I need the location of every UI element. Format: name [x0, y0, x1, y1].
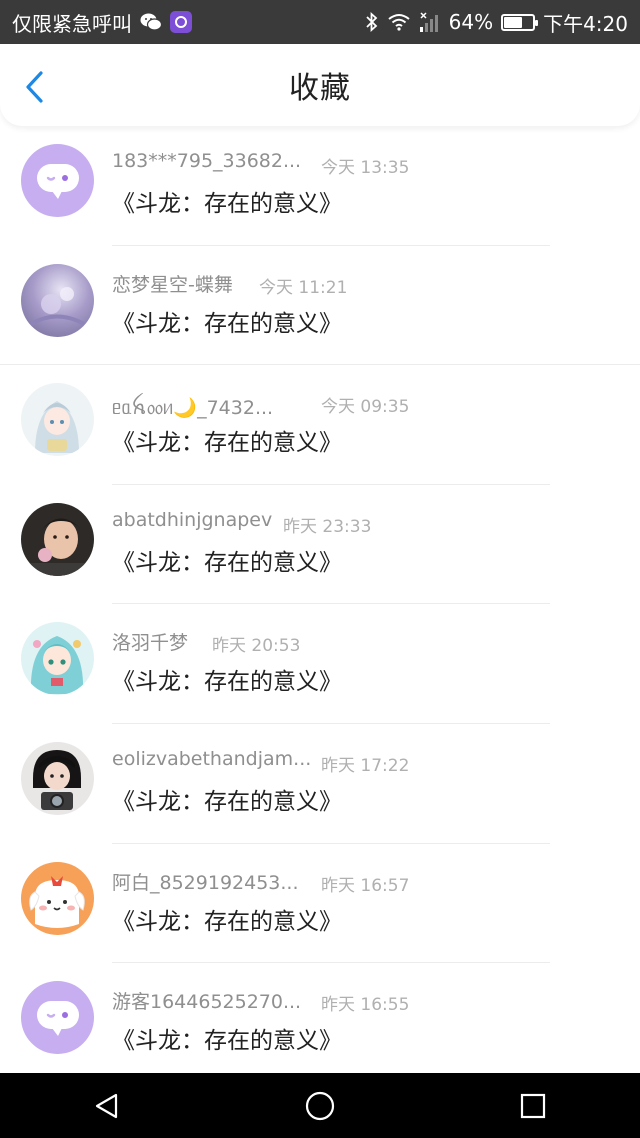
bluetooth-icon	[365, 11, 379, 33]
list-item[interactable]: 恋梦星空-蝶舞 今天 11:21 《斗龙：存在的意义》	[0, 246, 640, 366]
system-nav-bar	[0, 1073, 640, 1138]
photo-avatar-lavender	[30, 286, 85, 326]
item-title: 《斗龙：存在的意义》	[112, 191, 342, 217]
avatar	[21, 981, 94, 1055]
item-title: 《斗龙：存在的意义》	[112, 1028, 342, 1055]
status-bar: 仅限紧急呼叫 64% 下午4:20	[0, 0, 640, 44]
carrier-text: 仅限紧急呼叫	[12, 11, 132, 36]
chat-bubble-icon	[36, 1000, 79, 1036]
chat-bubble-icon	[36, 163, 79, 199]
cartoon-dog-avatar	[29, 875, 85, 928]
avatar	[21, 861, 94, 935]
favorites-list: 183***795_33682... 今天 13:35 《斗龙：存在的意义》 恋…	[0, 126, 640, 1083]
anime-avatar-teal	[30, 636, 84, 695]
item-time: 昨天 20:53	[212, 636, 301, 657]
status-time: 下午4:20	[543, 11, 628, 36]
page-title: 收藏	[289, 71, 351, 106]
back-triangle-icon	[95, 1093, 117, 1118]
app-badge-icon	[170, 11, 192, 33]
item-username: 洛羽千梦	[112, 632, 189, 655]
item-username: 游客16446525270...	[112, 991, 302, 1014]
battery-percent: 64%	[448, 10, 494, 34]
item-time: 今天 11:21	[259, 277, 348, 298]
list-item[interactable]: 游客16446525270... 昨天 16:55 《斗龙：存在的意义》	[0, 963, 640, 1083]
battery-fill	[504, 16, 522, 28]
avatar	[21, 383, 94, 457]
list-item[interactable]: 183***795_33682... 今天 13:35 《斗龙：存在的意义》	[0, 126, 640, 246]
list-item[interactable]: 洛羽千梦 昨天 20:53 《斗龙：存在的意义》	[0, 604, 640, 724]
list-item[interactable]: eolizvabethandjam... 昨天 17:22 《斗龙：存在的意义》	[0, 724, 640, 844]
recents-square-icon	[521, 1093, 546, 1118]
home-circle-icon	[305, 1091, 335, 1120]
header: 收藏	[0, 44, 640, 126]
item-title: 《斗龙：存在的意义》	[112, 310, 342, 337]
nav-recents-button[interactable]	[503, 1076, 563, 1136]
chevron-left-icon	[26, 71, 43, 103]
item-title: 《斗龙：存在的意义》	[112, 549, 342, 576]
list-item[interactable]: ᥱᥲꫝ᥆᥆ᥢ🌙_7432... 今天 09:35 《斗龙：存在的意义》	[0, 365, 640, 485]
item-username: eolizvabethandjam...	[112, 747, 312, 770]
item-time: 昨天 16:57	[321, 875, 410, 896]
item-username: 183***795_33682...	[112, 150, 302, 172]
nav-home-button[interactable]	[290, 1076, 350, 1136]
avatar	[21, 502, 94, 576]
avatar	[21, 741, 94, 815]
item-title: 《斗龙：存在的意义》	[112, 908, 342, 935]
anime-avatar-silver	[35, 401, 79, 454]
wifi-icon	[387, 12, 411, 32]
photo-avatar-girl	[21, 518, 94, 576]
item-time: 昨天 16:55	[321, 995, 410, 1016]
item-username: 恋梦星空-蝶舞	[112, 273, 233, 296]
item-username: abatdhinjgnapev	[112, 508, 273, 531]
item-title: 《斗龙：存在的意义》	[112, 669, 342, 696]
nav-back-button[interactable]	[77, 1076, 137, 1136]
signal-icon	[419, 11, 441, 33]
avatar	[21, 144, 94, 217]
list-item[interactable]: 阿白_8529192453... 昨天 16:57 《斗龙：存在的意义》	[0, 844, 640, 964]
item-time: 昨天 17:22	[321, 755, 410, 776]
list-item[interactable]: abatdhinjgnapev 昨天 23:33 《斗龙：存在的意义》	[0, 485, 640, 605]
battery-icon	[501, 13, 539, 31]
avatar	[21, 622, 94, 696]
item-title: 《斗龙：存在的意义》	[112, 788, 342, 815]
item-time: 今天 09:35	[321, 397, 410, 418]
avatar	[21, 263, 94, 337]
item-time: 今天 13:35	[321, 158, 410, 178]
item-title: 《斗龙：存在的意义》	[112, 430, 342, 457]
wechat-icon	[140, 12, 162, 32]
item-time: 昨天 23:33	[283, 516, 372, 537]
back-button[interactable]	[18, 70, 52, 104]
photo-avatar-camera	[33, 749, 81, 810]
item-username: 阿白_8529192453...	[112, 871, 299, 894]
